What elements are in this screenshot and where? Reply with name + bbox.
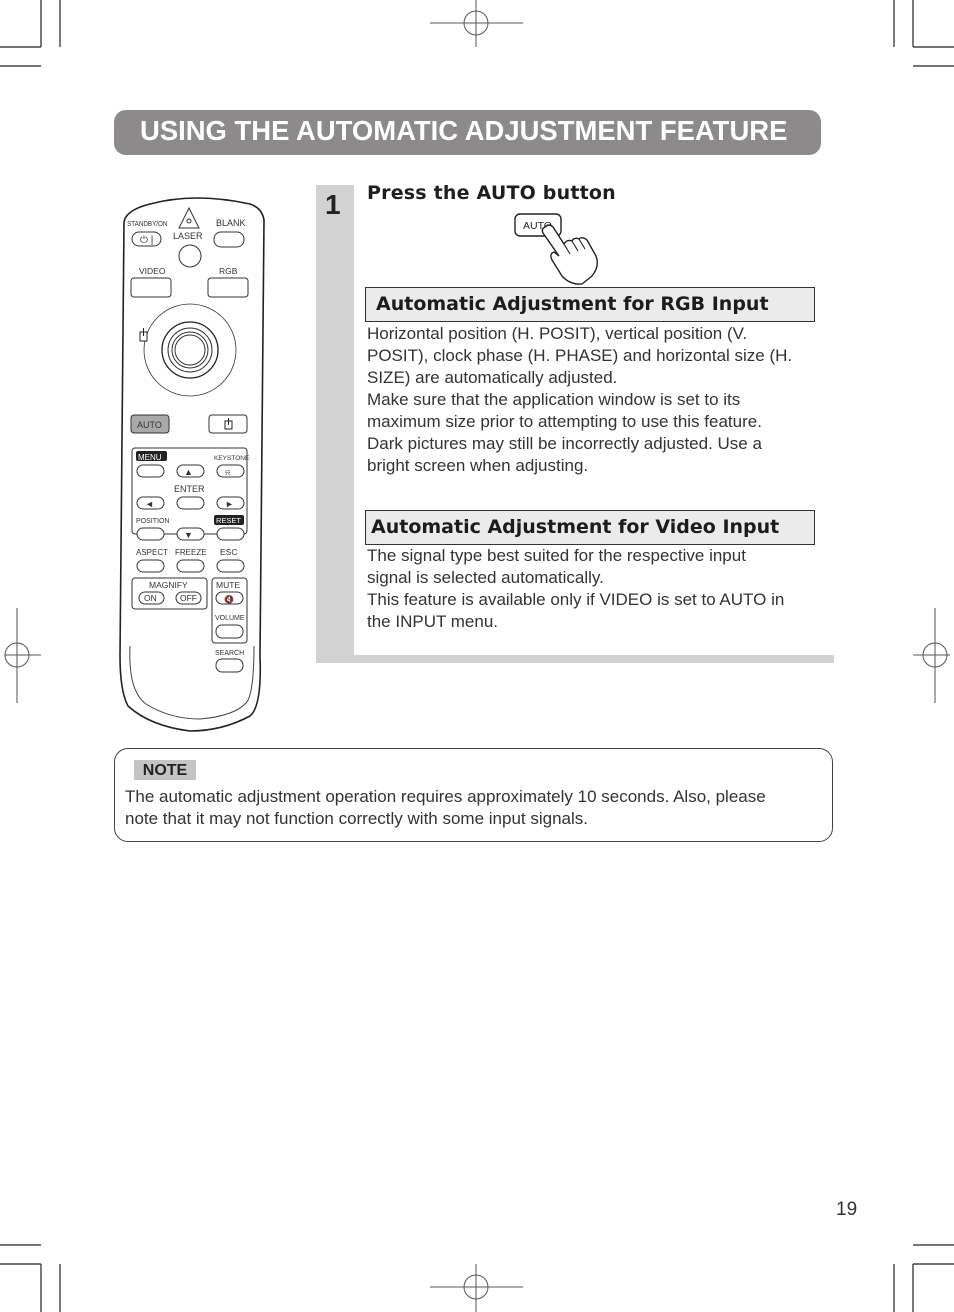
aspect-button[interactable] (136, 559, 165, 573)
text-line: SIZE) are automatically adjusted. (367, 368, 618, 387)
text-line: maximum size prior to attempting to use … (367, 412, 762, 431)
note-text: The automatic adjustment operation requi… (125, 786, 825, 830)
laser-label: LASER (173, 231, 203, 241)
laser-button[interactable] (178, 244, 202, 268)
mute-speaker-icon: 🔇 (224, 594, 234, 604)
text-line: Make sure that the application window is… (367, 390, 741, 409)
note-label: NOTE (134, 760, 196, 780)
keystone-button[interactable] (216, 464, 245, 478)
keystone-icon: ⍾ (225, 468, 231, 477)
video-button[interactable] (130, 277, 172, 298)
freeze-label: FREEZE (175, 548, 207, 557)
rgb-button[interactable] (207, 277, 249, 298)
enter-button[interactable] (176, 496, 205, 510)
text-line: The automatic adjustment operation requi… (125, 787, 766, 806)
reset-button[interactable] (216, 527, 245, 541)
text-line: POSIT), clock phase (H. PHASE) and horiz… (367, 346, 793, 365)
freeze-button[interactable] (176, 559, 205, 573)
off-label: OFF (180, 593, 197, 603)
menu-label: MENU (138, 453, 162, 462)
step-number: 1 (325, 189, 341, 220)
text-line: bright screen when adjusting. (367, 456, 589, 475)
step-indicator-bar (316, 185, 354, 663)
volume-label: VOLUME (215, 615, 245, 622)
text-line: This feature is available only if VIDEO … (367, 590, 785, 609)
keystone-label: KEYSTONE (214, 455, 250, 462)
volume-button[interactable] (215, 624, 244, 639)
video-label: VIDEO (139, 266, 166, 276)
blank-button[interactable] (213, 231, 245, 248)
rgb-section-body: Horizontal position (H. POSIT), vertical… (367, 323, 827, 477)
power-icon: ⏻ | (140, 235, 153, 246)
text-line: Dark pictures may still be incorrectly a… (367, 434, 762, 453)
right-arrow-icon: ► (225, 499, 234, 509)
on-label: ON (144, 593, 157, 603)
pointing-hand-icon (541, 224, 599, 285)
search-label: SEARCH (215, 650, 244, 657)
rgb-section-heading: Automatic Adjustment for RGB Input (365, 287, 815, 322)
text-line: the INPUT menu. (367, 612, 499, 631)
down-arrow-icon: ▼ (184, 530, 193, 540)
video-section-body: The signal type best suited for the resp… (367, 545, 827, 633)
standby-label: STANDBY/ON (127, 221, 168, 228)
page-number: 19 (836, 1199, 858, 1220)
reset-label: RESET (216, 516, 241, 525)
up-arrow-icon: ▲ (184, 467, 193, 477)
remote-control-illustration: STANDBY/ON ⏻ | LASER BLANK VIDEO RGB AUT… (110, 186, 280, 734)
page-title: USING THE AUTOMATIC ADJUSTMENT FEATURE (140, 115, 788, 146)
position-label: POSITION (136, 518, 169, 525)
blank-label: BLANK (216, 218, 246, 228)
text-line: signal is selected automatically. (367, 568, 604, 587)
step-bottom-rule (316, 655, 834, 663)
search-button[interactable] (215, 658, 244, 673)
menu-button[interactable] (136, 464, 165, 478)
video-section-heading-text: Automatic Adjustment for Video Input (371, 516, 780, 538)
auto-label: AUTO (137, 420, 162, 430)
position-button[interactable] (136, 527, 165, 541)
rgb-section-heading-text: Automatic Adjustment for RGB Input (376, 293, 769, 315)
esc-label: ESC (220, 547, 237, 557)
text-line: note that it may not function correctly … (125, 809, 589, 828)
aspect-label: ASPECT (136, 548, 168, 557)
auto-press-illustration: AUTO (514, 213, 599, 285)
page-title-banner: USING THE AUTOMATIC ADJUSTMENT FEATURE (114, 110, 821, 155)
magnify-label: MAGNIFY (149, 580, 188, 590)
left-arrow-icon: ◄ (145, 499, 154, 509)
step-heading: Press the AUTO button (367, 182, 616, 204)
enter-label: ENTER (174, 484, 205, 494)
mouse-disk-pad[interactable] (161, 321, 219, 379)
rgb-label: RGB (219, 266, 238, 276)
esc-button[interactable] (216, 559, 245, 573)
text-line: The signal type best suited for the resp… (367, 546, 746, 565)
mute-label: MUTE (216, 580, 240, 590)
video-section-heading: Automatic Adjustment for Video Input (365, 510, 815, 545)
text-line: Horizontal position (H. POSIT), vertical… (367, 324, 748, 343)
